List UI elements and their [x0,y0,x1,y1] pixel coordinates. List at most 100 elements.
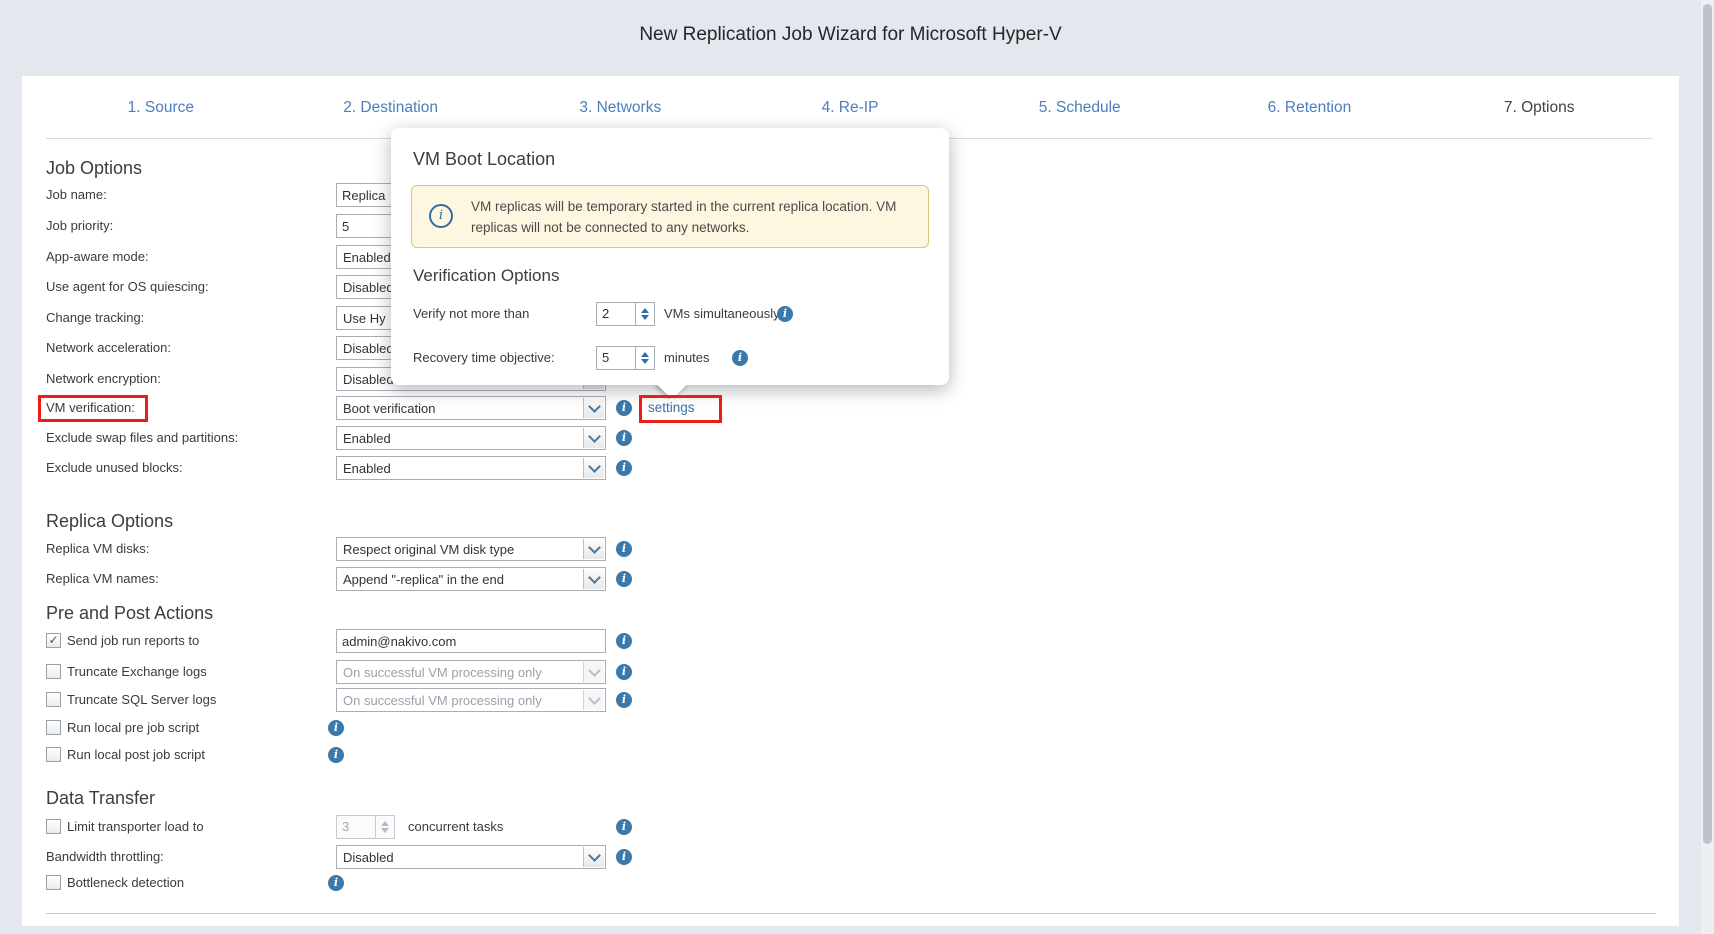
spinner-up-icon[interactable] [641,352,649,357]
info-icon[interactable]: i [616,460,632,476]
replica-vm-names-label: Replica VM names: [46,567,159,591]
info-icon[interactable]: i [616,849,632,865]
bandwidth-label: Bandwidth throttling: [46,845,164,869]
send-reports-checkbox[interactable]: ✓ [46,633,61,648]
pre-script-checkbox[interactable] [46,720,61,735]
scrollbar-thumb[interactable] [1703,4,1712,844]
info-icon[interactable]: i [616,692,632,708]
replica-vm-disks-select[interactable]: Respect original VM disk type [336,537,606,561]
limit-load-checkbox[interactable] [46,819,61,834]
dropdown-arrow-icon [583,398,604,418]
bottleneck-label: Bottleneck detection [67,871,184,895]
rto-suffix: minutes [664,346,710,370]
limit-load-suffix: concurrent tasks [408,815,503,839]
tab-networks[interactable]: 3. Networks [505,86,735,130]
pre-script-label: Run local pre job script [67,716,199,740]
footer-divider [46,913,1656,914]
scrollbar-track[interactable] [1701,0,1714,934]
spinner-down-icon [381,828,389,833]
app-aware-label: App-aware mode: [46,245,149,269]
info-icon[interactable]: i [328,747,344,763]
tab-re-ip[interactable]: 4. Re-IP [735,86,965,130]
tab-retention[interactable]: 6. Retention [1195,86,1425,130]
replica-vm-names-value: Append "-replica" in the end [343,569,581,591]
job-name-label: Job name: [46,183,107,207]
post-script-checkbox[interactable] [46,747,61,762]
dropdown-arrow-icon [583,662,604,682]
truncate-sql-label: Truncate SQL Server logs [67,688,216,712]
limit-load-stepper: 3 [336,815,396,839]
spinner-up-icon[interactable] [641,308,649,313]
popup-pointer [650,385,694,399]
exclude-unused-select[interactable]: Enabled [336,456,606,480]
info-icon[interactable]: i [328,720,344,736]
info-icon[interactable]: i [616,400,632,416]
spinner-up-icon [381,821,389,826]
popup-subheading: Verification Options [413,264,559,288]
info-icon[interactable]: i [616,571,632,587]
dropdown-arrow-icon [583,428,604,448]
truncate-exchange-checkbox[interactable] [46,664,61,679]
info-icon[interactable]: i [328,875,344,891]
info-icon[interactable]: i [777,306,793,322]
network-encryption-label: Network encryption: [46,367,161,391]
info-outline-icon: i [429,204,453,228]
vm-verification-select[interactable]: Boot verification [336,396,606,420]
dropdown-arrow-icon [583,847,604,867]
spinner-down-icon[interactable] [641,359,649,364]
tab-destination[interactable]: 2. Destination [276,86,506,130]
info-icon[interactable]: i [616,664,632,680]
job-priority-label: Job priority: [46,214,113,238]
truncate-exchange-value: On successful VM processing only [343,662,581,684]
os-quiescing-label: Use agent for OS quiescing: [46,275,209,299]
popup-notice-text: VM replicas will be temporary started in… [471,196,911,238]
wizard-screen: New Replication Job Wizard for Microsoft… [0,0,1714,934]
exclude-swap-select[interactable]: Enabled [336,426,606,450]
info-icon[interactable]: i [616,633,632,649]
tab-schedule[interactable]: 5. Schedule [965,86,1195,130]
exclude-unused-label: Exclude unused blocks: [46,456,183,480]
replica-vm-names-select[interactable]: Append "-replica" in the end [336,567,606,591]
tab-options[interactable]: 7. Options [1424,86,1654,130]
exclude-swap-label: Exclude swap files and partitions: [46,426,238,450]
info-icon[interactable]: i [732,350,748,366]
truncate-exchange-label: Truncate Exchange logs [67,660,207,684]
spinner-down-icon[interactable] [641,315,649,320]
send-reports-email-input[interactable] [336,629,606,653]
vm-verification-label: VM verification: [46,396,135,420]
info-icon[interactable]: i [616,819,632,835]
bottleneck-checkbox[interactable] [46,875,61,890]
dropdown-arrow-icon [583,569,604,589]
replica-vm-disks-value: Respect original VM disk type [343,539,581,561]
rto-label: Recovery time objective: [413,346,555,370]
vm-verification-value: Boot verification [343,398,581,420]
verify-count-stepper[interactable]: 2 [596,302,656,326]
verify-count-label: Verify not more than [413,302,529,326]
truncate-sql-value: On successful VM processing only [343,690,581,712]
section-heading-job-options: Job Options [46,155,142,181]
verify-count-suffix: VMs simultaneously [664,302,780,326]
verify-count-value: 2 [596,302,636,326]
section-heading-data-transfer: Data Transfer [46,785,155,811]
section-heading-replica-options: Replica Options [46,508,173,534]
wizard-steps: 1. Source 2. Destination 3. Networks 4. … [46,86,1654,130]
page-title: New Replication Job Wizard for Microsoft… [22,24,1679,46]
rto-stepper[interactable]: 5 [596,346,656,370]
info-icon[interactable]: i [616,541,632,557]
exclude-unused-value: Enabled [343,458,581,480]
post-script-label: Run local post job script [67,743,205,767]
exclude-swap-value: Enabled [343,428,581,450]
network-acceleration-label: Network acceleration: [46,336,171,360]
popup-notice: i VM replicas will be temporary started … [411,185,929,248]
change-tracking-label: Change tracking: [46,306,144,330]
limit-load-label: Limit transporter load to [67,815,204,839]
tab-source[interactable]: 1. Source [46,86,276,130]
truncate-sql-checkbox[interactable] [46,692,61,707]
info-icon[interactable]: i [616,430,632,446]
dropdown-arrow-icon [583,458,604,478]
settings-link[interactable]: settings [648,396,695,420]
bandwidth-select[interactable]: Disabled [336,845,606,869]
truncate-exchange-select: On successful VM processing only [336,660,606,684]
replica-vm-disks-label: Replica VM disks: [46,537,149,561]
truncate-sql-select: On successful VM processing only [336,688,606,712]
